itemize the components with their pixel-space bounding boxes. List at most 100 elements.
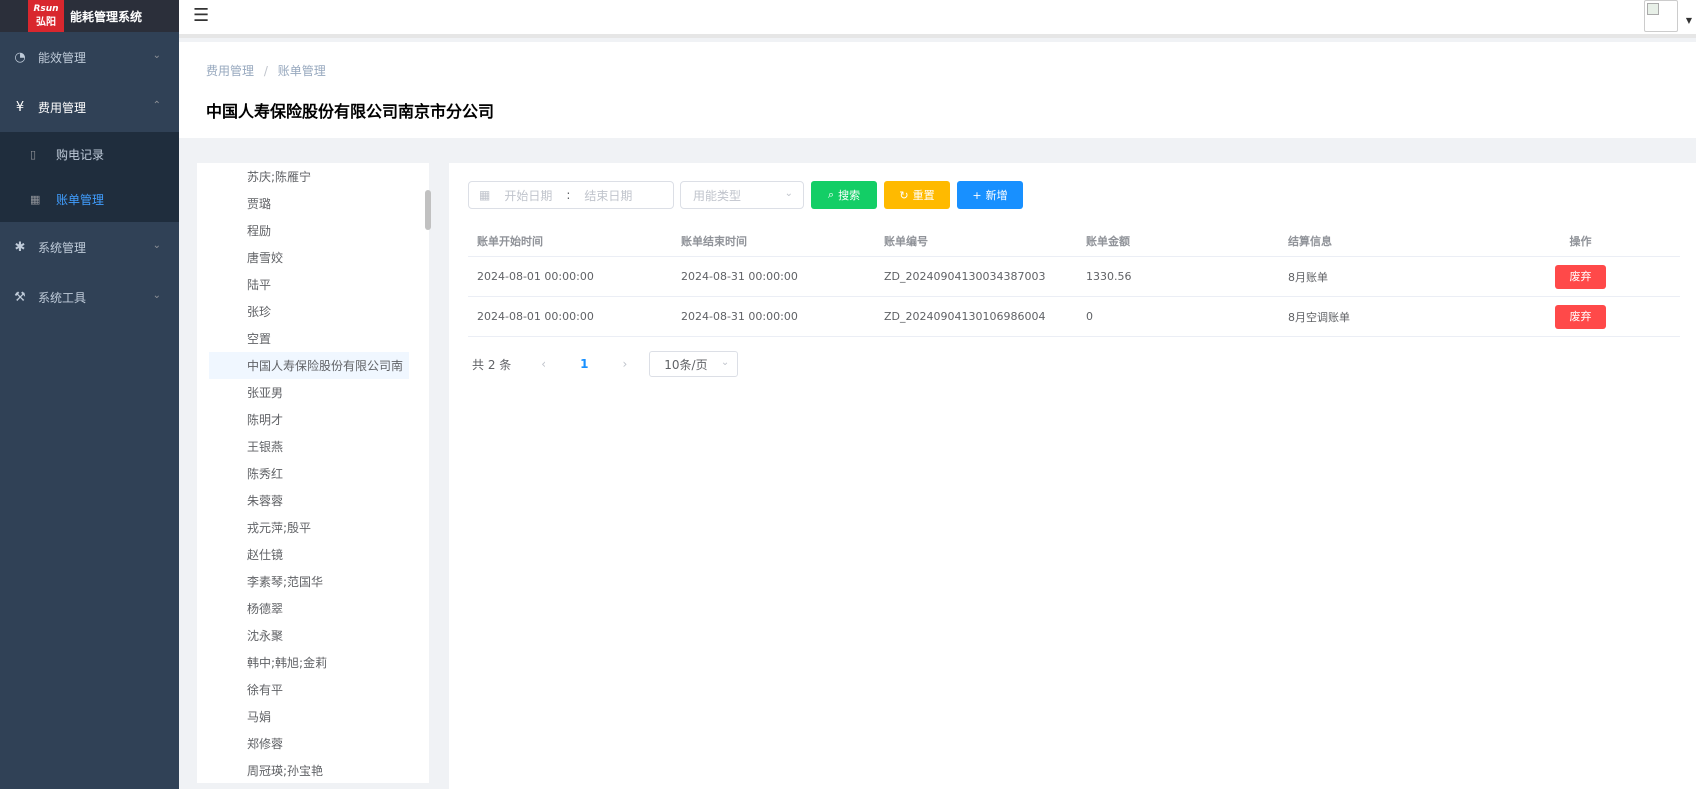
logo-bar: Rsun 弘阳 能耗管理系统 — [0, 0, 179, 32]
tree-node[interactable]: 沈永聚 — [197, 622, 429, 649]
chevron-right-icon[interactable]: › — [622, 357, 627, 371]
table-row: 2024-08-01 00:00:00 2024-08-31 00:00:00 … — [468, 297, 1680, 337]
calendar-icon: ▦ — [479, 188, 491, 202]
yen-icon: ¥ — [15, 99, 25, 115]
discard-button[interactable]: 废弃 — [1555, 304, 1606, 329]
breadcrumb: 费用管理 / 账单管理 — [206, 62, 326, 79]
column-header: 结算信息 — [1288, 234, 1332, 248]
submenu-label: 账单管理 — [56, 193, 105, 207]
tree-node[interactable]: 陈秀红 — [197, 460, 429, 487]
tools-icon: ⚒ — [14, 289, 26, 305]
pagination-current-page[interactable]: 1 — [580, 357, 588, 371]
tree-node[interactable]: 韩中;韩旭;金莉 — [197, 649, 429, 676]
tree-node[interactable]: 马娟 — [197, 703, 429, 730]
table-header: 账单开始时间 账单结束时间 账单编号 账单金额 结算信息 操作 — [468, 225, 1680, 257]
chevron-down-icon: ⌄ — [152, 290, 161, 301]
menu-label: 系统管理 — [38, 240, 87, 255]
cell-end-time: 2024-08-31 00:00:00 — [681, 310, 798, 323]
pagination: 共 2 条 ‹ 1 › 10条/页 ⌄ — [472, 351, 739, 377]
submenu-label: 购电记录 — [56, 148, 105, 162]
date-range-picker[interactable]: ▦ 开始日期 : 结束日期 — [468, 181, 674, 209]
chevron-left-icon[interactable]: ‹ — [541, 357, 546, 371]
breadcrumb-parent[interactable]: 费用管理 — [206, 64, 254, 78]
page-header: 费用管理 / 账单管理 中国人寿保险股份有限公司南京市分公司 — [179, 42, 1696, 138]
tree-node[interactable]: 贾璐 — [197, 190, 429, 217]
cell-actions: 废弃 — [1481, 304, 1680, 329]
dashboard-icon: ◔ — [14, 49, 26, 65]
tree-scrollbar[interactable] — [425, 190, 431, 230]
cell-start-time: 2024-08-01 00:00:00 — [477, 310, 594, 323]
tree-node[interactable]: 戎元萍;殷平 — [197, 514, 429, 541]
cell-amount: 1330.56 — [1086, 270, 1132, 283]
tree-node[interactable]: 张珍 — [197, 298, 429, 325]
menu-toggle-icon[interactable]: ☰ — [193, 5, 209, 26]
cell-amount: 0 — [1086, 310, 1093, 323]
submenu-item-purchase-records[interactable]: ▯ 购电记录 — [0, 132, 179, 177]
end-date-placeholder[interactable]: 结束日期 — [584, 187, 632, 204]
menu-energy-efficiency[interactable]: ◔ 能效管理 ⌄ — [0, 32, 179, 82]
menu-system-management[interactable]: ✱ 系统管理 ⌄ — [0, 222, 179, 272]
menu-system-tools[interactable]: ⚒ 系统工具 ⌄ — [0, 272, 179, 322]
tree-node[interactable]: 程励 — [197, 217, 429, 244]
column-header: 操作 — [1569, 234, 1592, 248]
breadcrumb-separator: / — [263, 64, 268, 78]
page-title: 中国人寿保险股份有限公司南京市分公司 — [206, 102, 495, 121]
chevron-down-icon: ⌄ — [784, 188, 793, 199]
tree-list: 苏庆;陈雁宁 贾璐 程励 唐雪姣 陆平 张珍 空置 中国人寿保险股份有限公司南 张亚男 陈明才 王银… — [197, 163, 429, 783]
reset-button-label: 重置 — [912, 189, 935, 202]
document-icon: ▯ — [30, 148, 37, 161]
cell-actions: 废弃 — [1481, 264, 1680, 289]
reset-button[interactable]: ↻ 重置 — [884, 181, 950, 209]
tree-node[interactable]: 张亚男 — [197, 379, 429, 406]
main-content: ▦ 开始日期 : 结束日期 用能类型 ⌄ ⌕ 搜索 ↻ 重置 + 新增 账单开始… — [449, 163, 1696, 789]
page-size-value: 10条/页 — [664, 357, 708, 372]
start-date-placeholder[interactable]: 开始日期 — [504, 187, 552, 204]
logo: Rsun 弘阳 — [28, 0, 64, 32]
add-button[interactable]: + 新增 — [957, 181, 1023, 209]
search-button[interactable]: ⌕ 搜索 — [811, 181, 877, 209]
tree-node[interactable]: 郑修蓉 — [197, 730, 429, 757]
tree-node[interactable]: 周冠瑛;孙宝艳 — [197, 757, 429, 783]
avatar[interactable] — [1644, 0, 1678, 32]
tree-node[interactable]: 王银燕 — [197, 433, 429, 460]
tree-node[interactable]: 唐雪姣 — [197, 244, 429, 271]
tree-node[interactable]: 李素琴;范国华 — [197, 568, 429, 595]
tree-node[interactable]: 杨德翠 — [197, 595, 429, 622]
tree-node[interactable]: 苏庆;陈雁宁 — [197, 163, 429, 190]
column-header: 账单结束时间 — [681, 234, 747, 248]
filter-bar: ▦ 开始日期 : 结束日期 用能类型 ⌄ ⌕ 搜索 ↻ 重置 + 新增 — [468, 181, 1023, 209]
page-size-select[interactable]: 10条/页 ⌄ — [649, 351, 739, 377]
tree-node[interactable]: 空置 — [197, 325, 429, 352]
logo-text-top: Rsun — [33, 4, 59, 14]
cell-settlement-info: 8月空调账单 — [1288, 310, 1350, 324]
tree-node[interactable]: 徐有平 — [197, 676, 429, 703]
chevron-down-icon: ⌄ — [152, 240, 161, 251]
gear-icon: ✱ — [14, 239, 26, 255]
caret-down-icon[interactable]: ▼ — [1686, 16, 1692, 25]
chevron-down-icon: ⌄ — [152, 50, 161, 61]
search-button-label: 搜索 — [838, 189, 861, 202]
top-navbar: ☰ ▼ — [179, 0, 1696, 38]
app-title: 能耗管理系统 — [70, 9, 143, 24]
submenu-item-bill-management[interactable]: ▦ 账单管理 — [0, 177, 179, 222]
range-separator: : — [566, 188, 571, 202]
energy-type-placeholder: 用能类型 — [693, 188, 742, 203]
menu-cost-management[interactable]: ¥ 费用管理 ⌃ — [0, 82, 179, 132]
menu-label: 系统工具 — [38, 290, 87, 305]
tree-node[interactable]: 陈明才 — [197, 406, 429, 433]
cell-start-time: 2024-08-01 00:00:00 — [477, 270, 594, 283]
cell-settlement-info: 8月账单 — [1288, 270, 1328, 284]
cell-end-time: 2024-08-31 00:00:00 — [681, 270, 798, 283]
discard-button[interactable]: 废弃 — [1555, 264, 1606, 289]
tree-node[interactable]: 朱蓉蓉 — [197, 487, 429, 514]
tree-node[interactable]: 中国人寿保险股份有限公司南 — [209, 352, 409, 379]
tree-node[interactable]: 赵仕镜 — [197, 541, 429, 568]
cell-bill-code: ZD_20240904130106986004 — [884, 310, 1046, 323]
energy-type-select[interactable]: 用能类型 ⌄ — [680, 181, 804, 209]
menu-label: 费用管理 — [38, 100, 87, 115]
refresh-icon: ↻ — [899, 188, 909, 202]
sidebar: Rsun 弘阳 能耗管理系统 ◔ 能效管理 ⌄ ¥ 费用管理 ⌃ ▯ 购电记录 … — [0, 0, 179, 789]
search-icon: ⌕ — [827, 188, 835, 201]
menu-label: 能效管理 — [38, 50, 87, 65]
tree-node[interactable]: 陆平 — [197, 271, 429, 298]
